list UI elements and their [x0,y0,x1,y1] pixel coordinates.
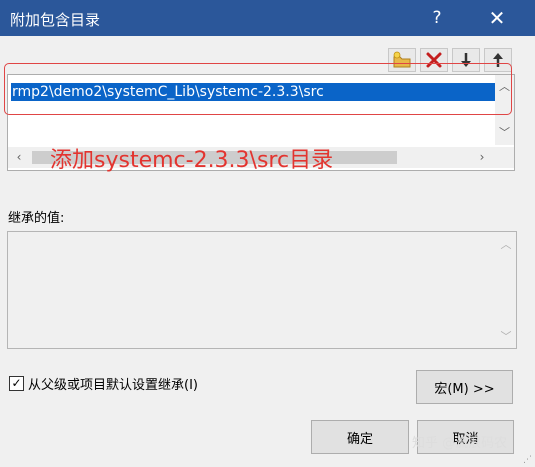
annotation-text: 添加systemc-2.3.3\src目录 [50,148,334,173]
dialog-title: 附加包含目录 [10,11,101,29]
move-up-button[interactable] [484,48,512,72]
scroll-down-icon[interactable]: ﹀ [498,127,511,139]
list-item[interactable]: rmp2\demo2\systemC_Lib\systemc-2.3.3\src [11,83,495,101]
inherit-checkbox[interactable]: ✓ [9,376,24,391]
list-vertical-scrollbar[interactable]: ︿ ﹀ [495,75,514,145]
ok-button[interactable]: 确定 [311,420,409,454]
inherit-checkbox-label[interactable]: 从父级或项目默认设置继承(I) [28,374,198,393]
inherited-values-label: 继承的值: [8,211,65,226]
cancel-button[interactable]: 取消 [417,420,514,454]
scroll-left-icon[interactable]: ‹ [13,151,25,164]
resize-grip-icon[interactable]: ⋰ [523,455,533,465]
help-button[interactable]: ? [414,0,460,36]
inherited-values-box: ︿ ﹀ [7,231,517,349]
scroll-right-icon[interactable]: › [476,151,488,164]
scroll-up-icon[interactable]: ︿ [500,239,512,251]
move-up-icon [493,53,503,67]
delete-icon [426,52,442,68]
checkmark-icon: ✓ [11,376,22,390]
new-folder-icon [393,51,411,68]
scroll-up-icon[interactable]: ︿ [498,81,511,93]
move-down-button[interactable] [452,48,480,72]
macros-button[interactable]: 宏(M) >> [416,370,513,404]
new-line-button[interactable] [388,48,416,72]
inherited-vertical-scrollbar[interactable]: ︿ ﹀ [497,233,515,346]
close-button[interactable]: ✕ [474,0,520,36]
delete-line-button[interactable] [420,48,448,72]
move-down-icon [461,53,471,67]
scroll-down-icon[interactable]: ﹀ [500,331,512,343]
title-bar: 附加包含目录 ? ✕ [0,0,535,36]
